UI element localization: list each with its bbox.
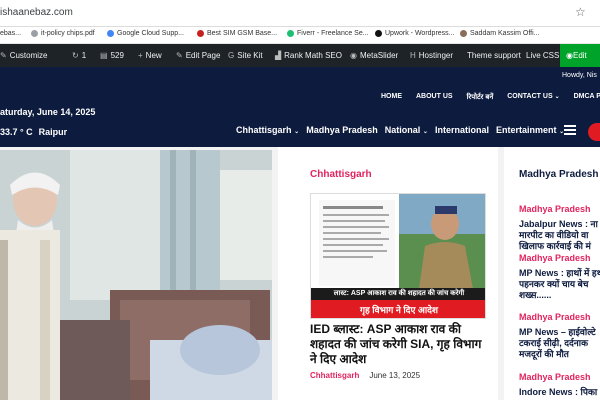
chart-icon: ▟ — [275, 51, 282, 60]
bookmark-item[interactable]: Best SIM GSM Base... — [197, 30, 277, 37]
article-title[interactable]: IED ब्लास्ट: ASP आकाश राव की शहादत की जा… — [310, 322, 490, 367]
sidebar-item-category[interactable]: Madhya Pradesh — [519, 372, 600, 382]
google-g-icon: G — [228, 51, 235, 60]
sidebar-news-item[interactable]: Madhya Pradesh MP News – हाईवोल्टे टकराई… — [519, 312, 600, 360]
top-navigation: HOME ABOUT US रिपोर्टर बनें CONTACT US ⌄… — [381, 93, 600, 102]
nav-become-reporter[interactable]: रिपोर्टर बनें — [467, 93, 494, 102]
main-content: Chhattisgarh लास्ट: ASP आकाश राव की शहाद… — [0, 147, 600, 400]
sidebar-item-title[interactable]: Indore News : पिका — [519, 387, 600, 398]
cat-entertainment[interactable]: Entertainment ⌄ — [496, 125, 564, 135]
cat-chhattisgarh[interactable]: Chhattisgarh ⌄ — [236, 125, 299, 135]
bookmark-item[interactable]: it-policy chips.pdf — [31, 30, 95, 37]
nav-about[interactable]: ABOUT US — [416, 93, 453, 102]
upwork-icon — [375, 30, 382, 37]
admin-edit-button[interactable]: ◉ Edit — [560, 44, 600, 67]
bookmark-item[interactable]: Google Cloud Supp... — [107, 30, 184, 37]
temperature: 33.7 ° C — [0, 127, 33, 137]
cat-madhya-pradesh[interactable]: Madhya Pradesh — [306, 125, 378, 135]
url-text[interactable]: ishaanebaz.com — [0, 7, 73, 18]
sidebar-item-title[interactable]: MP News : हाथों में हथ पहनकर क्यों चाय ब… — [519, 268, 600, 301]
sidebar-news-item[interactable]: Madhya Pradesh Indore News : पिका — [519, 372, 600, 398]
admin-comments[interactable]: ▤ 529 — [100, 51, 124, 60]
meta-category[interactable]: Chhattisgarh — [310, 371, 359, 380]
nav-home[interactable]: HOME — [381, 93, 402, 102]
sidebar-item-category[interactable]: Madhya Pradesh — [519, 204, 600, 214]
bookmark-item[interactable]: Upwork - Wordpress... — [375, 30, 455, 37]
sidebar-item-title[interactable]: Jabalpur News : ना मारपीट का वीडियो वा ख… — [519, 219, 600, 252]
slider-icon: ◉ — [350, 51, 357, 60]
hamburger-menu-icon[interactable] — [564, 125, 576, 135]
plus-icon: + — [138, 51, 143, 60]
nav-dmca[interactable]: DMCA POLICY — [574, 93, 600, 102]
admin-edit-page[interactable]: ✎ Edit Page — [176, 51, 220, 60]
hostinger-icon: H — [410, 51, 416, 60]
chevron-down-icon: ⌄ — [554, 94, 560, 100]
eye-icon: ◉ — [566, 51, 573, 60]
sidebar-madhya-pradesh: Madhya Pradesh Madhya Pradesh Jabalpur N… — [504, 147, 600, 400]
file-icon — [31, 30, 38, 37]
sidebar-news-item[interactable]: Madhya Pradesh Jabalpur News : ना मारपीट… — [519, 204, 600, 252]
weather-widget: 33.7 ° C Raipur — [0, 127, 67, 137]
refresh-icon: ↻ — [72, 51, 79, 60]
admin-rank-math[interactable]: ▟ Rank Math SEO — [275, 51, 342, 60]
admin-updates[interactable]: ↻ 1 — [72, 51, 86, 60]
howdy-user[interactable]: Howdy, Nis — [562, 72, 597, 79]
admin-customize[interactable]: ✎ Customize — [0, 51, 48, 60]
featured-article-card: Chhattisgarh लास्ट: ASP आकाश राव की शहाद… — [278, 147, 498, 400]
admin-site-kit[interactable]: G Site Kit — [228, 51, 263, 60]
city-name: Raipur — [38, 127, 68, 137]
sidebar-item-category[interactable]: Madhya Pradesh — [519, 312, 600, 322]
wp-admin-bar: ✎ Customize ↻ 1 ▤ 529 + New ✎ Edit Page G Site… — [0, 44, 600, 67]
subscribe-button[interactable] — [588, 123, 600, 141]
admin-theme-support[interactable]: Theme support — [467, 51, 521, 60]
bookmark-item[interactable]: Fiverr - Freelance Se... — [287, 30, 369, 37]
site-favicon-icon — [197, 30, 204, 37]
bookmarks-bar: ebas... it-policy chips.pdf Google Cloud… — [0, 27, 600, 44]
sidebar-item-title[interactable]: MP News – हाईवोल्टे टकराई सीढ़ी, दर्दनाक… — [519, 327, 600, 360]
site-header: Howdy, Nis aturday, June 14, 2025 33.7 °… — [0, 67, 600, 147]
fiverr-icon — [287, 30, 294, 37]
browser-address-bar[interactable]: ishaanebaz.com ☆ — [0, 0, 600, 27]
featured-photo[interactable] — [0, 150, 272, 400]
admin-metaslider[interactable]: ◉ MetaSlider — [350, 51, 398, 60]
google-cloud-icon — [107, 30, 114, 37]
meta-date: June 13, 2025 — [369, 371, 421, 380]
nav-contact[interactable]: CONTACT US ⌄ — [507, 93, 559, 102]
category-navigation: Chhattisgarh ⌄ Madhya Pradesh National ⌄… — [236, 125, 564, 135]
admin-live-css[interactable]: Live CSS — [526, 51, 559, 60]
sidebar-item-category[interactable]: Madhya Pradesh — [519, 253, 600, 263]
thumbnail-caption-bottom: गृह विभाग ने दिए आदेश — [311, 300, 485, 318]
admin-new[interactable]: + New — [138, 51, 162, 60]
hospital-scene-image — [0, 150, 272, 400]
cat-national[interactable]: National ⌄ — [385, 125, 428, 135]
article-category[interactable]: Chhattisgarh — [310, 169, 372, 180]
chevron-down-icon: ⌄ — [292, 129, 300, 135]
bookmark-item[interactable]: Saddam Kassim Offi... — [460, 30, 540, 37]
article-meta: Chhattisgarh June 13, 2025 — [310, 371, 420, 380]
thumbnail-caption-top: लास्ट: ASP आकाश राव की शहादत की जांच करे… — [311, 288, 485, 300]
profile-icon — [460, 30, 467, 37]
sidebar-news-item[interactable]: Madhya Pradesh MP News : हाथों में हथ पह… — [519, 253, 600, 301]
pencil-icon: ✎ — [176, 51, 183, 60]
sidebar-heading: Madhya Pradesh — [519, 169, 599, 180]
header-date: aturday, June 14, 2025 — [0, 107, 96, 117]
article-thumbnail[interactable]: लास्ट: ASP आकाश राव की शहादत की जांच करे… — [310, 193, 486, 319]
admin-hostinger[interactable]: H Hostinger — [410, 51, 453, 60]
bookmark-star-icon[interactable]: ☆ — [575, 5, 586, 19]
chevron-down-icon: ⌄ — [421, 129, 428, 135]
comment-icon: ▤ — [100, 51, 108, 60]
cat-international[interactable]: International — [435, 125, 489, 135]
bookmark-item[interactable]: ebas... — [0, 30, 21, 37]
brush-icon: ✎ — [0, 51, 7, 60]
